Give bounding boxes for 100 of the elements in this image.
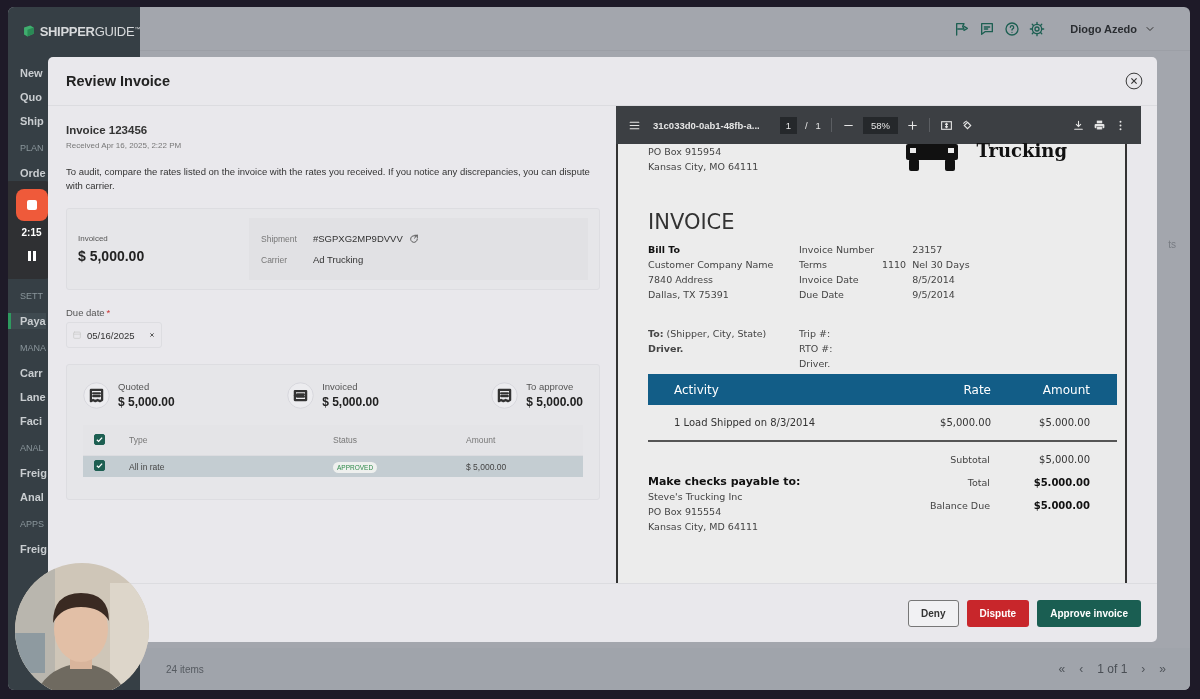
total-label: Total: [966, 476, 990, 490]
stop-button[interactable]: [15, 189, 48, 221]
section-heading: MANA: [20, 343, 46, 355]
payable-heading: Make checks payable to:: [648, 474, 802, 489]
meta-label: Invoice Number: [799, 243, 875, 257]
zoom-in-icon[interactable]: [905, 118, 919, 132]
sidebar-item[interactable]: Lane: [20, 389, 46, 405]
ship-to-line: Driver.: [648, 342, 685, 356]
close-icon[interactable]: [1125, 72, 1143, 90]
download-icon[interactable]: [1072, 118, 1085, 132]
page-number-field[interactable]: 1: [779, 116, 797, 134]
total-value: $5.000.00: [1032, 499, 1090, 513]
meta-label: Due Date: [799, 288, 845, 302]
sidebar-item[interactable]: Quo: [20, 89, 42, 105]
trip-line: Trip #:: [799, 327, 832, 341]
sidebar-item[interactable]: Paya: [8, 313, 46, 329]
column-header: Amount: [466, 435, 496, 445]
sidebar-item[interactable]: Orde: [20, 165, 46, 181]
sidebar-item[interactable]: Ship: [20, 113, 44, 129]
address-line: Kansas City, MO 64111: [648, 160, 760, 174]
meta-label: Invoice Date: [799, 273, 860, 287]
sidebar-item[interactable]: Carr: [20, 365, 43, 381]
total-amount: $ 5,000.00: [322, 395, 379, 409]
detail-label: Shipment: [261, 233, 298, 244]
detail-label: Carrier: [261, 254, 288, 265]
meta-label: Terms: [799, 258, 828, 272]
receipt-icon: [83, 381, 110, 409]
table-cell: $ 5,000.00: [466, 461, 507, 472]
ship-to-line: To: (Shipper, City, State): [648, 327, 768, 341]
shipment-link[interactable]: #SGPXG2MP9DVVV: [313, 233, 403, 244]
total-value: $5.000.00: [1032, 476, 1090, 490]
date-field[interactable]: 05/16/2025: [66, 322, 162, 348]
received-date: Received Apr 16, 2025, 2:22 PM: [66, 141, 183, 150]
meta-value: 8/5/2014: [912, 273, 956, 287]
document-heading: INVOICE: [648, 210, 736, 234]
recording-time: 2:15: [21, 227, 42, 238]
sidebar-item[interactable]: Freig: [20, 541, 47, 557]
invoiced-label: Invoiced: [78, 234, 109, 243]
print-icon[interactable]: [1093, 118, 1106, 132]
total-amount: $ 5,000.00: [526, 395, 583, 409]
section-heading: SETT: [20, 291, 43, 303]
total-label: Quoted: [118, 381, 151, 392]
user-menu[interactable]: Diogo Azedo: [1070, 22, 1137, 35]
clear-icon[interactable]: [148, 331, 156, 339]
address-line: 7840 Address: [648, 273, 715, 287]
item-count: 24 items: [166, 663, 204, 675]
instructions-text: To audit, compare the rates listed on the invoice with the rates you received. If you notice any discrepancies, you can dispute with carrier.: [66, 165, 591, 193]
column-header: Activity: [673, 382, 720, 397]
address-line: Steve's Trucking Inc: [648, 490, 744, 504]
address-line: Kansas City, MD 64111: [648, 520, 760, 534]
checkbox[interactable]: [94, 460, 105, 471]
total-label: Subtotal: [949, 453, 990, 467]
address-line: Dallas, TX 75391: [648, 288, 730, 302]
total-label: Invoiced: [322, 381, 359, 392]
rotate-icon[interactable]: [960, 118, 974, 132]
table-cell-text: All in rate: [129, 461, 166, 472]
fit-page-icon[interactable]: [939, 118, 953, 132]
dispute-button[interactable]: Dispute: [966, 599, 1030, 627]
section-heading: APPS: [20, 519, 44, 531]
trip-line: RTO #:: [799, 342, 834, 356]
page-count: 1: [815, 119, 821, 131]
pause-icon[interactable]: [25, 250, 38, 262]
deny-button[interactable]: Deny: [908, 599, 959, 627]
column-header: Status: [333, 435, 359, 445]
settings-icon[interactable]: [1029, 20, 1046, 37]
sidebar-item[interactable]: New: [20, 65, 43, 81]
checkbox[interactable]: [94, 433, 105, 445]
dialog-title: Review Invoice: [66, 73, 170, 89]
chat-icon[interactable]: [979, 20, 996, 37]
ticket-icon: [287, 381, 315, 409]
address-line: PO Box 915954: [648, 145, 723, 159]
sidebar-item[interactable]: Anal: [20, 489, 44, 505]
sidebar-item[interactable]: Faci: [20, 413, 42, 429]
total-label: To approve: [526, 381, 575, 392]
file-name: 31c033d0-0ab1-48fb-a...: [653, 119, 760, 131]
logo-text[interactable]: SHIPPERGUIDE$^{™}$: [39, 23, 140, 39]
meta-value: 9/5/2014: [912, 288, 956, 302]
required-mark: *: [106, 307, 111, 318]
invoiced-amount: $ 5,000.00: [78, 248, 146, 264]
section-heading: PLAN: [20, 143, 44, 155]
section-heading: ANAL: [20, 443, 44, 455]
table-cell-text: 1 Load Shipped on 8/3/2014: [673, 417, 817, 428]
zoom-field[interactable]: 58%: [862, 116, 898, 134]
table-cell-text: $5.000.00: [1038, 417, 1091, 428]
address-line: Customer Company Name: [648, 258, 775, 272]
meta-value: 23157: [912, 243, 944, 257]
approve-button[interactable]: Approve invoice: [1037, 599, 1141, 627]
sidebar-item[interactable]: Freig: [20, 465, 47, 481]
table-cell-text: $5,000.00: [939, 417, 991, 428]
trip-line: Driver.: [799, 357, 832, 371]
bill-to-heading: Bill To: [648, 243, 682, 257]
due-date-label: Due date *: [66, 307, 112, 318]
brand-name: Trucking: [976, 140, 1067, 161]
help-icon[interactable]: [1004, 20, 1021, 37]
flag-icon[interactable]: [954, 20, 971, 37]
column-header: Amount: [1041, 382, 1091, 397]
total-amount: $ 5,000.00: [118, 395, 175, 409]
address-line: PO Box 915554: [648, 505, 723, 519]
meta-value: Nel 30 Days: [912, 258, 970, 272]
invoice-title: Invoice 123456: [66, 124, 149, 136]
